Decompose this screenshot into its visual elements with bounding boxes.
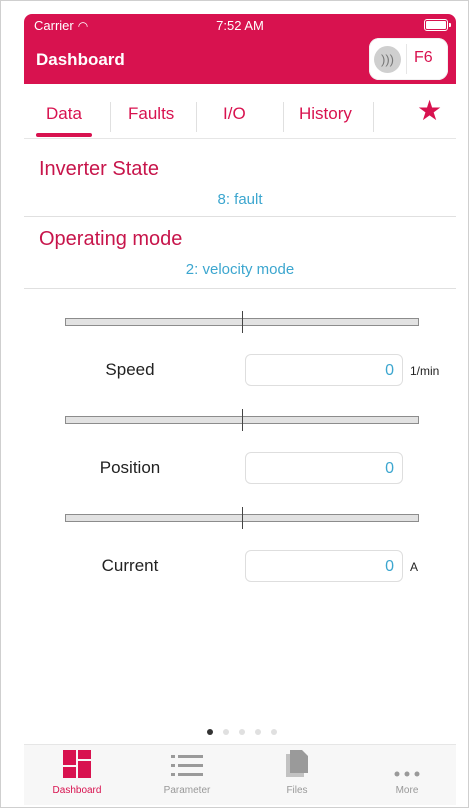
nav-header: Carrier ◠ 7:52 AM Dashboard ))) F6 bbox=[24, 14, 456, 84]
more-icon bbox=[364, 749, 450, 779]
tab-data[interactable]: Data bbox=[36, 104, 92, 137]
tab-bar-label: Files bbox=[286, 785, 308, 796]
speed-label: Speed bbox=[105, 360, 155, 379]
tab-faults[interactable]: Faults bbox=[128, 104, 174, 124]
files-icon bbox=[254, 749, 340, 779]
nfc-icon: ))) bbox=[374, 46, 401, 73]
device-connection-button[interactable]: ))) F6 bbox=[369, 38, 448, 80]
bottom-tab-bar: Dashboard Parameter Files More bbox=[24, 744, 456, 805]
inverter-state-section: Inverter State 8: fault bbox=[24, 138, 456, 217]
tab-io[interactable]: I/O bbox=[223, 104, 246, 124]
battery-icon bbox=[424, 19, 451, 31]
dashboard-icon bbox=[34, 749, 120, 779]
segment-tabs: Data Faults I/O History ★ bbox=[24, 84, 456, 139]
inverter-state-value: 8: fault bbox=[217, 191, 263, 208]
status-time: 7:52 AM bbox=[216, 18, 264, 33]
operating-mode-label: Operating mode bbox=[39, 228, 183, 250]
page-dot bbox=[207, 729, 213, 735]
inverter-state-label: Inverter State bbox=[39, 158, 160, 180]
position-field: 0 bbox=[245, 452, 403, 484]
gauge-marker bbox=[242, 311, 243, 333]
device-badge: F6 bbox=[414, 49, 433, 66]
tab-bar-parameter[interactable]: Parameter bbox=[144, 749, 230, 796]
list-icon bbox=[144, 749, 230, 779]
page-dot bbox=[239, 729, 245, 735]
speed-field: 0 bbox=[245, 354, 403, 386]
tab-history[interactable]: History bbox=[299, 104, 352, 124]
current-unit: A bbox=[410, 560, 419, 574]
position-label: Position bbox=[99, 458, 161, 477]
page-dot bbox=[271, 729, 277, 735]
current-label: Current bbox=[101, 556, 159, 575]
star-icon[interactable]: ★ bbox=[417, 94, 442, 127]
tab-bar-label: Dashboard bbox=[52, 785, 102, 796]
page-title: Dashboard bbox=[36, 50, 125, 69]
page-dot bbox=[255, 729, 261, 735]
gauge-marker bbox=[242, 507, 243, 529]
tab-bar-label: More bbox=[395, 785, 419, 796]
tab-divider bbox=[110, 102, 111, 132]
tab-divider bbox=[373, 102, 374, 132]
speed-unit: 1/min bbox=[410, 364, 440, 378]
tab-bar-dashboard[interactable]: Dashboard bbox=[34, 749, 120, 796]
current-field: 0 bbox=[245, 550, 403, 582]
page-dot bbox=[223, 729, 229, 735]
operating-mode-value: 2: velocity mode bbox=[185, 261, 295, 278]
status-bar: Carrier ◠ 7:52 AM bbox=[24, 14, 456, 34]
tab-bar-files[interactable]: Files bbox=[254, 749, 340, 796]
tab-divider bbox=[196, 102, 197, 132]
gauge-marker bbox=[242, 409, 243, 431]
tab-divider bbox=[283, 102, 284, 132]
page-indicator[interactable] bbox=[207, 729, 277, 735]
tab-bar-label: Parameter bbox=[163, 785, 211, 796]
operating-mode-section: Operating mode 2: velocity mode bbox=[24, 216, 456, 289]
position-gauge bbox=[65, 409, 419, 431]
tab-bar-more[interactable]: More bbox=[364, 749, 450, 796]
speed-gauge bbox=[65, 311, 419, 333]
chip-divider bbox=[406, 44, 407, 74]
current-gauge bbox=[65, 507, 419, 529]
